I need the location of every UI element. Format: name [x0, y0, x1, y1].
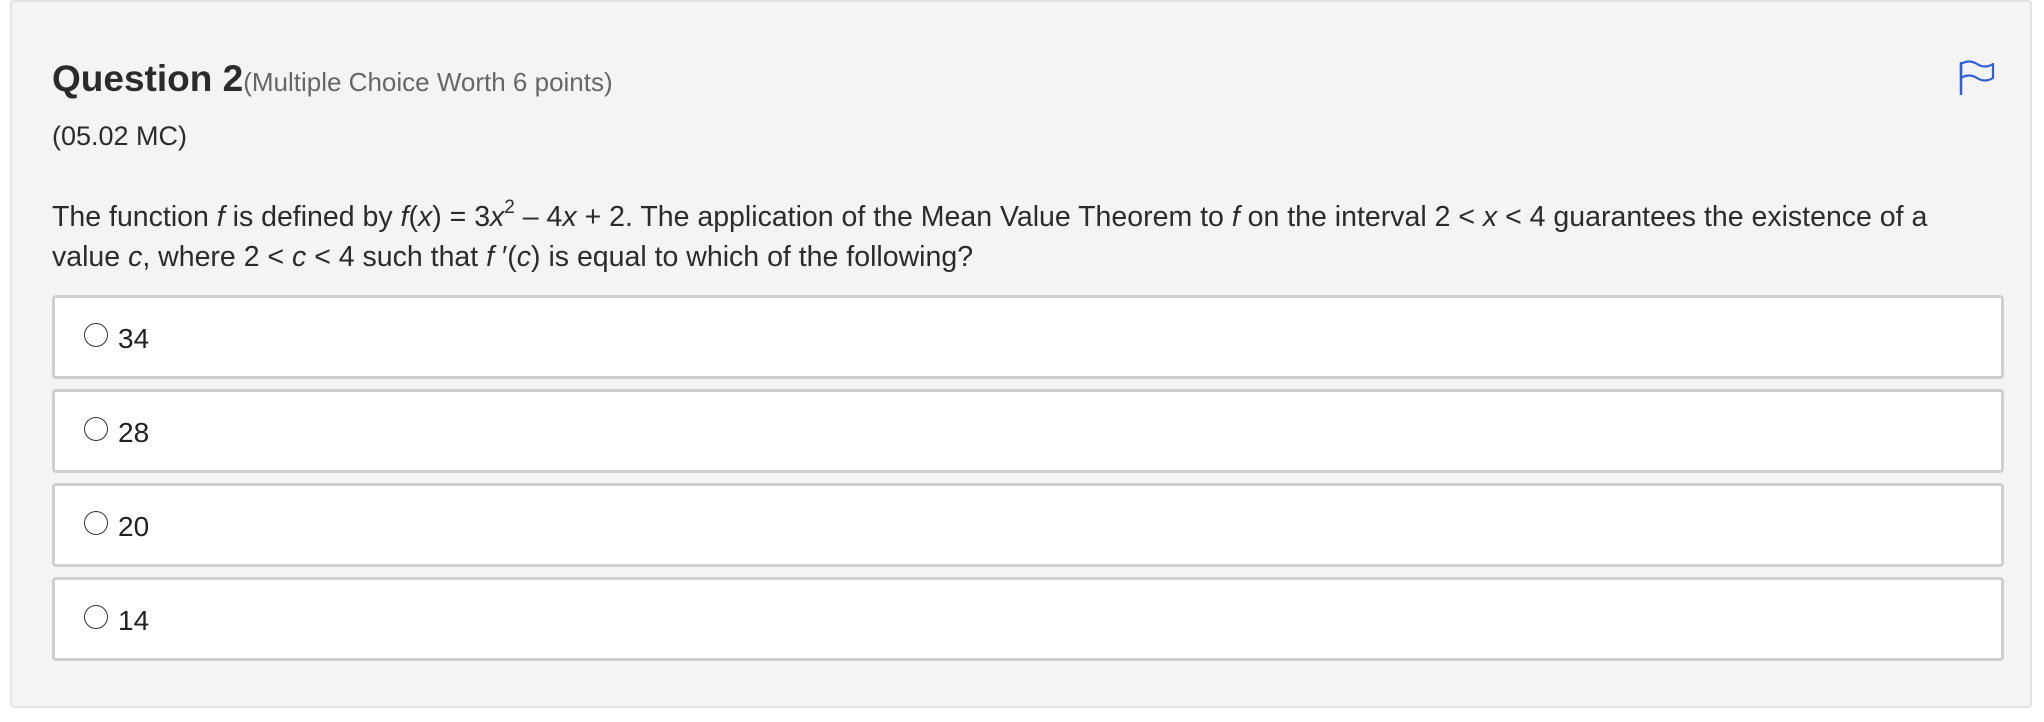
- radio-button[interactable]: [84, 417, 108, 441]
- question-title: Question 2: [52, 58, 244, 99]
- question-panel: Question 2(Multiple Choice Worth 6 point…: [10, 0, 2032, 708]
- answer-option-2[interactable]: 28: [52, 389, 2004, 473]
- question-code: (05.02 MC): [52, 121, 188, 151]
- answer-options: 34 28 20 14: [52, 295, 2004, 671]
- flag-icon[interactable]: [1956, 58, 1996, 98]
- radio-button[interactable]: [84, 511, 108, 535]
- answer-label: 34: [118, 323, 150, 354]
- answer-option-1[interactable]: 34: [52, 295, 2004, 379]
- radio-button[interactable]: [84, 605, 108, 629]
- answer-option-4[interactable]: 14: [52, 577, 2004, 661]
- answer-label: 20: [118, 511, 150, 542]
- question-stem: The function f is defined by f(x) = 3x2 …: [52, 196, 1928, 274]
- answer-option-3[interactable]: 20: [52, 483, 2004, 567]
- radio-button[interactable]: [84, 323, 108, 347]
- question-meta: (Multiple Choice Worth 6 points): [243, 67, 613, 97]
- question-header: Question 2(Multiple Choice Worth 6 point…: [52, 58, 613, 100]
- flag-icon-graphic: [1959, 60, 1995, 95]
- answer-label: 28: [118, 417, 150, 448]
- answer-label: 14: [118, 605, 150, 636]
